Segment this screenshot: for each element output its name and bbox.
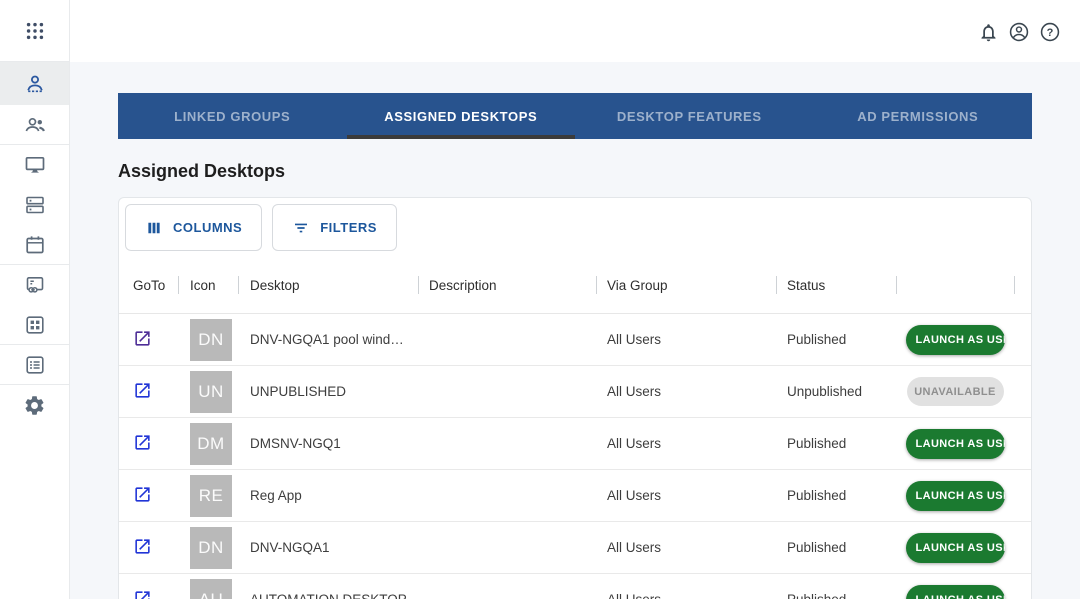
launch-as-user-button[interactable]: LAUNCH AS USER bbox=[906, 533, 1005, 563]
tab-bar: LINKED GROUPS ASSIGNED DESKTOPS DESKTOP … bbox=[118, 93, 1032, 139]
status-cell: Published bbox=[776, 436, 896, 451]
via-group-cell: All Users bbox=[596, 488, 776, 503]
desktop-name: Reg App bbox=[238, 488, 418, 503]
sidebar-item-applications[interactable] bbox=[0, 305, 69, 345]
launch-as-user-button[interactable]: LAUNCH AS USER bbox=[906, 585, 1005, 599]
column-header-goto: GoTo bbox=[119, 257, 178, 313]
list-icon bbox=[23, 353, 47, 377]
open-in-new-icon[interactable] bbox=[133, 589, 152, 599]
sidebar-item-desktops[interactable] bbox=[0, 145, 69, 185]
table-row: DN DNV-NGQA1 pool wind… All Users Publis… bbox=[119, 314, 1031, 366]
filters-button-label: FILTERS bbox=[320, 220, 377, 235]
status-cell: Published bbox=[776, 592, 896, 599]
desktop-initials-avatar: UN bbox=[190, 371, 232, 413]
status-cell: Unpublished bbox=[776, 384, 896, 399]
tab-ad-permissions[interactable]: AD PERMISSIONS bbox=[804, 93, 1033, 139]
sidebar-item-assignments[interactable] bbox=[0, 265, 69, 305]
apps-grid-icon bbox=[24, 20, 46, 42]
launch-as-user-button[interactable]: LAUNCH AS USER bbox=[906, 325, 1005, 355]
sidebar bbox=[0, 0, 70, 599]
desktop-initials-avatar: DN bbox=[190, 527, 232, 569]
desktop-name: UNPUBLISHED bbox=[238, 384, 418, 399]
column-header-icon: Icon bbox=[178, 257, 238, 313]
desktop-name: DNV-NGQA1 bbox=[238, 540, 418, 555]
table-row: DN DNV-NGQA1 All Users Published LAUNCH … bbox=[119, 522, 1031, 574]
via-group-cell: All Users bbox=[596, 332, 776, 347]
server-stack-icon bbox=[23, 193, 47, 217]
account-circle-icon bbox=[1008, 21, 1030, 43]
column-header-status: Status bbox=[776, 257, 896, 313]
notification-bell-button[interactable] bbox=[976, 20, 1000, 44]
filter-icon bbox=[292, 219, 310, 237]
tab-assigned-desktops[interactable]: ASSIGNED DESKTOPS bbox=[347, 93, 576, 139]
apps-launcher-button[interactable] bbox=[0, 0, 69, 62]
columns-button-label: COLUMNS bbox=[173, 220, 242, 235]
widgets-grid-icon bbox=[23, 313, 47, 337]
table-row: RE Reg App All Users Published LAUNCH AS… bbox=[119, 470, 1031, 522]
sidebar-item-groups[interactable] bbox=[0, 105, 69, 145]
open-in-new-icon[interactable] bbox=[133, 485, 152, 504]
column-header-actions bbox=[896, 257, 1014, 313]
column-header-spacer bbox=[1014, 257, 1031, 313]
desktop-initials-avatar: DM bbox=[190, 423, 232, 465]
table-row: DM DMSNV-NGQ1 All Users Published LAUNCH… bbox=[119, 418, 1031, 470]
page-title: Assigned Desktops bbox=[118, 161, 285, 182]
desktop-initials-avatar: DN bbox=[190, 319, 232, 361]
person-icon bbox=[23, 72, 47, 96]
table-header-row: GoTo Icon Desktop Description Via Group … bbox=[119, 257, 1031, 314]
sidebar-item-schedule[interactable] bbox=[0, 225, 69, 265]
table-toolbar: COLUMNS FILTERS bbox=[119, 198, 1031, 257]
desktop-initials-avatar: AU bbox=[190, 579, 232, 599]
calendar-icon bbox=[23, 233, 47, 257]
status-cell: Published bbox=[776, 540, 896, 555]
status-cell: Published bbox=[776, 488, 896, 503]
card-link-icon bbox=[23, 273, 47, 297]
columns-button[interactable]: COLUMNS bbox=[125, 204, 262, 251]
desktop-name: DNV-NGQA1 pool wind… bbox=[238, 332, 418, 347]
top-bar: ? bbox=[0, 0, 1080, 62]
sidebar-item-logs[interactable] bbox=[0, 345, 69, 385]
sidebar-item-settings[interactable] bbox=[0, 385, 69, 425]
tab-desktop-features[interactable]: DESKTOP FEATURES bbox=[575, 93, 804, 139]
help-icon: ? bbox=[1039, 21, 1061, 43]
launch-as-user-button[interactable]: LAUNCH AS USER bbox=[906, 481, 1005, 511]
open-in-new-icon[interactable] bbox=[133, 537, 152, 556]
column-header-via-group: Via Group bbox=[596, 257, 776, 313]
tab-linked-groups[interactable]: LINKED GROUPS bbox=[118, 93, 347, 139]
columns-icon bbox=[145, 219, 163, 237]
open-in-new-icon[interactable] bbox=[133, 329, 152, 348]
column-header-description: Description bbox=[418, 257, 596, 313]
sidebar-item-user[interactable] bbox=[0, 62, 69, 105]
gear-icon bbox=[23, 394, 46, 417]
via-group-cell: All Users bbox=[596, 384, 776, 399]
desktop-name: DMSNV-NGQ1 bbox=[238, 436, 418, 451]
filters-button[interactable]: FILTERS bbox=[272, 204, 397, 251]
people-group-icon bbox=[23, 113, 47, 137]
launch-as-user-button[interactable]: LAUNCH AS USER bbox=[906, 429, 1005, 459]
assigned-desktops-card: COLUMNS FILTERS GoTo Icon Desktop Descri… bbox=[118, 197, 1032, 599]
unavailable-button[interactable]: UNAVAILABLE bbox=[907, 377, 1004, 406]
desktop-name: AUTOMATION DESKTOP bbox=[238, 592, 418, 599]
svg-text:?: ? bbox=[1047, 27, 1054, 39]
desktop-initials-avatar: RE bbox=[190, 475, 232, 517]
status-cell: Published bbox=[776, 332, 896, 347]
open-in-new-icon[interactable] bbox=[133, 381, 152, 400]
via-group-cell: All Users bbox=[596, 540, 776, 555]
topbar-icon-group: ? bbox=[976, 20, 1062, 44]
via-group-cell: All Users bbox=[596, 592, 776, 599]
open-in-new-icon[interactable] bbox=[133, 433, 152, 452]
via-group-cell: All Users bbox=[596, 436, 776, 451]
desktop-monitor-icon bbox=[23, 153, 47, 177]
table-row: AU AUTOMATION DESKTOP All Users Publishe… bbox=[119, 574, 1031, 599]
sidebar-item-servers[interactable] bbox=[0, 185, 69, 225]
table-row: UN UNPUBLISHED All Users Unpublished UNA… bbox=[119, 366, 1031, 418]
help-button[interactable]: ? bbox=[1038, 20, 1062, 44]
account-button[interactable] bbox=[1007, 20, 1031, 44]
bell-icon bbox=[978, 22, 999, 43]
column-header-desktop: Desktop bbox=[238, 257, 418, 313]
